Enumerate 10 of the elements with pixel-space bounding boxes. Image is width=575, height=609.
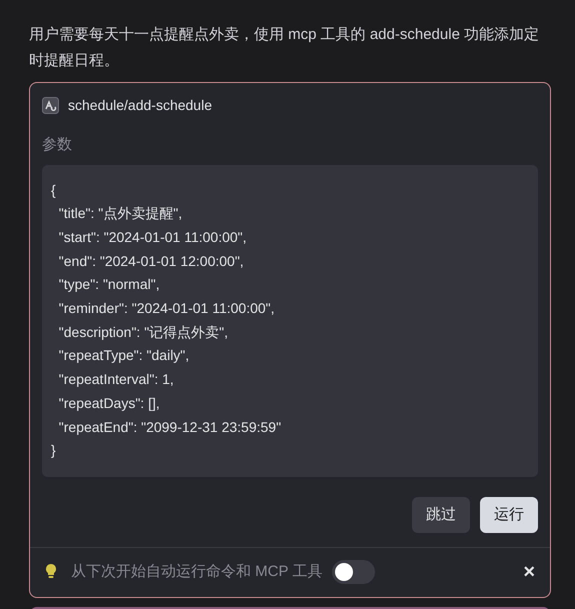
tool-icon (42, 97, 59, 114)
message-text: 用户需要每天十一点提醒点外卖，使用 mcp 工具的 add-schedule 功能添加定时提醒日程。 (29, 25, 540, 71)
close-button[interactable]: × (523, 562, 535, 582)
run-button[interactable]: 运行 (480, 496, 538, 533)
tool-name: schedule/add-schedule (68, 96, 212, 115)
auto-run-toggle[interactable] (332, 560, 376, 584)
skip-button[interactable]: 跳过 (412, 496, 470, 533)
params-label: 参数 (41, 135, 73, 155)
auto-run-label: 从下次开始自动运行命令和 MCP 工具 (71, 562, 322, 582)
code-block: { "title": "点外卖提醒", "start": "2024-01-01 11:00:00", "end": "2024-01-01 12:00:00", "type": "normal", "reminder": "2024-01-01 11:00:00", "description": "记得点外卖", "repeatType": "daily", "repeatInterval": 1, "repeatDays": [], "repeatEnd": "2099-12-31 23:59:59" } (42, 164, 538, 477)
